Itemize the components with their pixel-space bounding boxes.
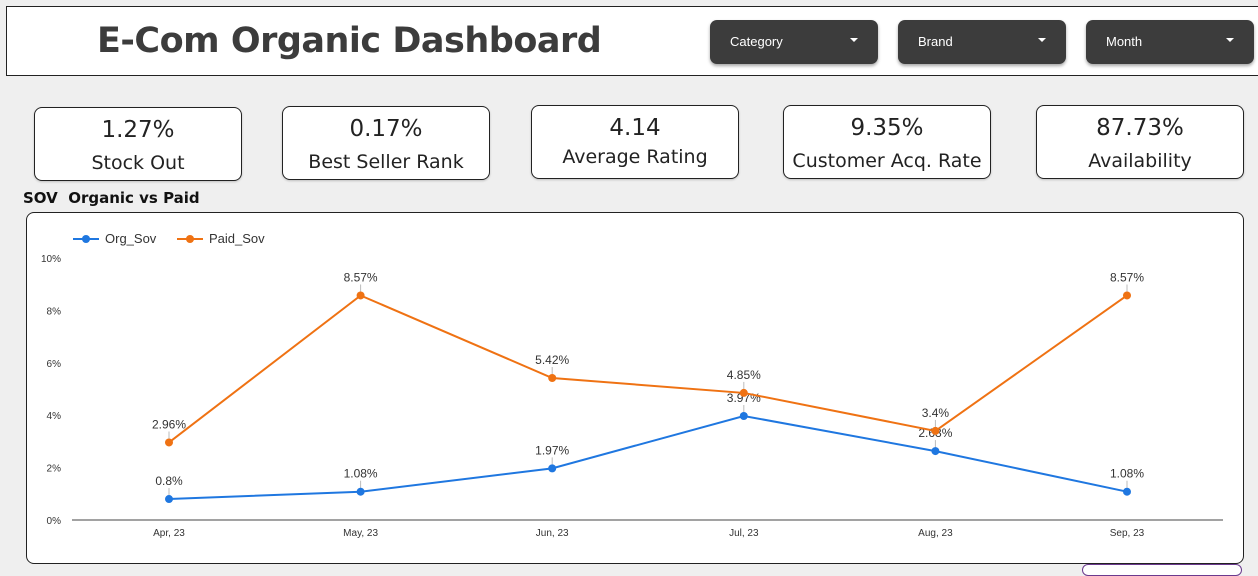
data-point: [356, 487, 365, 496]
data-point: [548, 373, 557, 382]
kpi-stock-out: 1.27% Stock Out: [34, 107, 242, 181]
data-label: 8.57%: [1110, 270, 1144, 284]
kpi-customer-acq-rate: 9.35% Customer Acq. Rate: [783, 105, 991, 179]
x-tick-label: Jun, 23: [536, 528, 569, 539]
offscreen-panel-edge: [1082, 564, 1242, 576]
kpi-label: Best Seller Rank: [308, 151, 464, 173]
data-point: [1123, 291, 1131, 300]
month-dropdown[interactable]: Month: [1086, 20, 1254, 64]
x-tick-label: Aug, 23: [918, 528, 953, 539]
kpi-label: Availability: [1088, 150, 1192, 172]
data-point: [165, 438, 173, 447]
y-tick-label: 8%: [47, 306, 62, 317]
series-line-paid-sov: [168, 294, 1128, 444]
kpi-label: Customer Acq. Rate: [792, 150, 982, 172]
x-tick-label: Sep, 23: [1110, 528, 1145, 539]
kpi-availability: 87.73% Availability: [1036, 105, 1244, 179]
sov-line-chart: 0% 2% 4% 6% 8% 10% Apr, 23 May, 23 Jun, 23 Jul, 2…: [41, 231, 1223, 539]
data-label: 4.85%: [727, 368, 761, 382]
category-dropdown[interactable]: Category: [710, 20, 878, 64]
y-tick-label: 4%: [47, 411, 62, 422]
kpi-value: 4.14: [609, 115, 661, 141]
brand-dropdown-label: Brand: [918, 34, 953, 49]
legend-label: Paid_Sov: [209, 231, 265, 246]
kpi-value: 0.17%: [349, 116, 423, 142]
y-tick-label: 6%: [47, 359, 62, 370]
data-point: [931, 426, 940, 435]
kpi-label: Average Rating: [562, 146, 708, 168]
data-point: [165, 495, 173, 504]
x-tick-label: Apr, 23: [153, 528, 185, 539]
chevron-down-icon: [850, 38, 858, 42]
kpi-value: 9.35%: [850, 115, 924, 141]
data-label: 1.97%: [535, 443, 569, 457]
brand-dropdown[interactable]: Brand: [898, 20, 1066, 64]
chevron-down-icon: [1038, 38, 1046, 42]
data-point: [1123, 487, 1131, 496]
data-label: 1.08%: [1110, 467, 1144, 481]
y-tick-label: 2%: [47, 464, 62, 475]
month-dropdown-label: Month: [1106, 34, 1143, 49]
data-label: 0.8%: [155, 474, 183, 488]
x-tick-label: Jul, 23: [729, 528, 759, 539]
kpi-best-seller-rank: 0.17% Best Seller Rank: [282, 106, 490, 180]
data-label: 3.4%: [922, 406, 950, 420]
section-label-sov: SOV Organic vs Paid: [23, 189, 200, 207]
chevron-down-icon: [1226, 38, 1234, 42]
series-line-org-sov: [168, 414, 1128, 501]
legend-marker: [82, 235, 90, 243]
data-label: 1.08%: [344, 467, 378, 481]
page-title: E-Com Organic Dashboard: [97, 21, 602, 61]
legend-marker: [186, 235, 194, 243]
y-tick-label: 0%: [47, 516, 62, 527]
y-tick-label: 10%: [41, 254, 61, 265]
data-label: 8.57%: [344, 270, 378, 284]
kpi-value: 87.73%: [1096, 115, 1184, 141]
data-point: [356, 291, 365, 300]
data-point: [739, 388, 748, 397]
header-bar: E-Com Organic Dashboard Category Brand M…: [6, 6, 1258, 76]
category-dropdown-label: Category: [730, 34, 783, 49]
kpi-value: 1.27%: [101, 117, 175, 143]
x-tick-label: May, 23: [343, 528, 378, 539]
data-label: 5.42%: [535, 353, 569, 367]
data-point: [931, 447, 940, 456]
sov-chart-card: 0% 2% 4% 6% 8% 10% Apr, 23 May, 23 Jun, 23 Jul, 2…: [26, 212, 1244, 564]
kpi-label: Stock Out: [91, 152, 185, 174]
data-point: [548, 464, 557, 473]
legend-label: Org_Sov: [105, 231, 157, 246]
data-point: [739, 411, 748, 420]
kpi-average-rating: 4.14 Average Rating: [531, 105, 739, 179]
data-label: 2.96%: [152, 417, 186, 431]
